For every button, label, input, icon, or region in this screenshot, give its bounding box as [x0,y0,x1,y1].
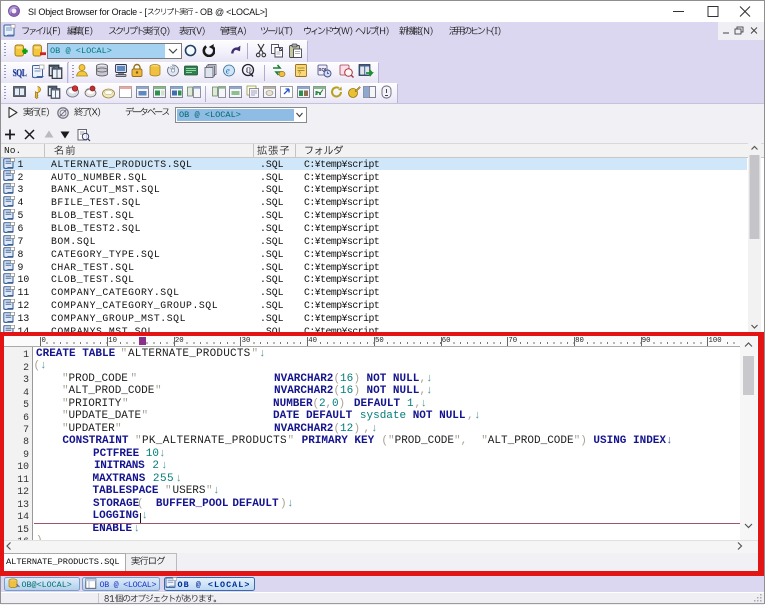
svg-text:ℚ: ℚ [246,66,252,75]
svg-text:e: e [226,66,230,76]
svg-text:CD: CD [170,65,176,70]
svg-text:?: ? [298,72,301,78]
